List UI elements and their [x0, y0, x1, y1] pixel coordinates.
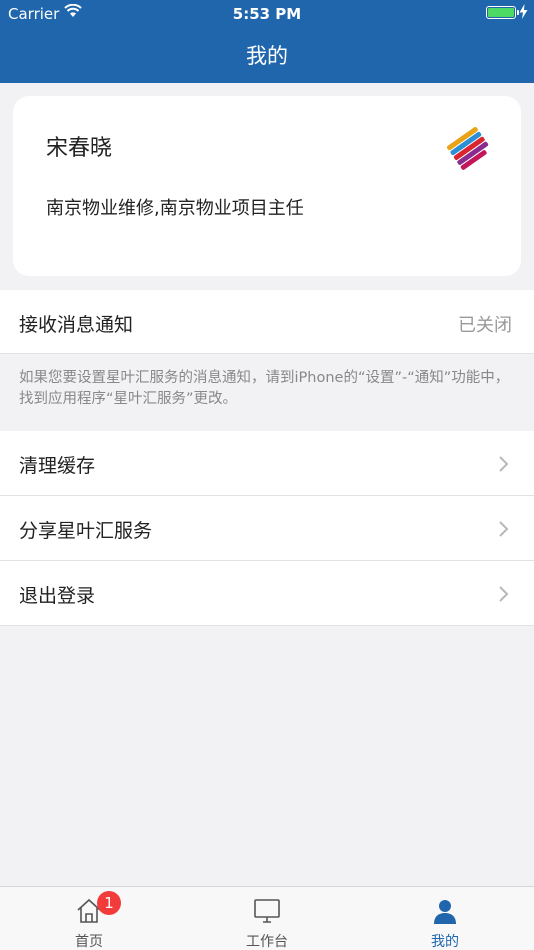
logout-label: 退出登录	[19, 585, 96, 607]
clear-cache-item[interactable]: 清理缓存	[0, 431, 534, 496]
notification-hint: 如果您要设置星叶汇服务的消息通知，请到iPhone的“设置”-“通知”功能中，找…	[19, 370, 510, 407]
share-app-label: 分享星叶汇服务	[19, 520, 153, 542]
page-title: 我的	[246, 44, 288, 68]
monitor-icon	[254, 899, 280, 923]
notification-status: 已关闭	[458, 315, 512, 336]
battery-icon	[486, 6, 519, 19]
notification-setting-row[interactable]: 接收消息通知 已关闭	[0, 290, 534, 354]
chevron-right-icon	[499, 456, 509, 472]
tab-home-label: 首页	[75, 934, 103, 950]
app-header: Carrier 5:53 PM 我的	[0, 0, 534, 83]
logout-item[interactable]: 退出登录	[0, 561, 534, 626]
notification-label: 接收消息通知	[19, 314, 134, 336]
company-logo-icon	[447, 126, 489, 170]
user-icon	[434, 900, 456, 924]
status-time: 5:53 PM	[232, 5, 302, 23]
tab-mine[interactable]: 我的	[356, 887, 534, 950]
profile-organization: 南京物业维修,南京物业项目主任	[46, 198, 304, 219]
status-bar: Carrier 5:53 PM	[0, 0, 534, 28]
tab-home[interactable]: 1 首页	[0, 887, 178, 950]
chevron-right-icon	[499, 586, 509, 602]
profile-card[interactable]: 宋春晓 南京物业维修,南京物业项目主任	[13, 96, 521, 276]
clear-cache-label: 清理缓存	[19, 455, 96, 477]
notification-badge: 1	[97, 891, 121, 915]
tab-workbench[interactable]: 工作台	[178, 887, 356, 950]
tab-bar: 1 首页 工作台 我的	[0, 886, 534, 950]
action-list: 清理缓存 分享星叶汇服务 退出登录	[0, 431, 534, 626]
profile-name: 宋春晓	[46, 136, 113, 161]
charging-bolt-icon	[519, 4, 528, 19]
tab-workbench-label: 工作台	[246, 934, 288, 950]
share-app-item[interactable]: 分享星叶汇服务	[0, 496, 534, 561]
chevron-right-icon	[499, 521, 509, 537]
tab-mine-label: 我的	[431, 934, 459, 950]
